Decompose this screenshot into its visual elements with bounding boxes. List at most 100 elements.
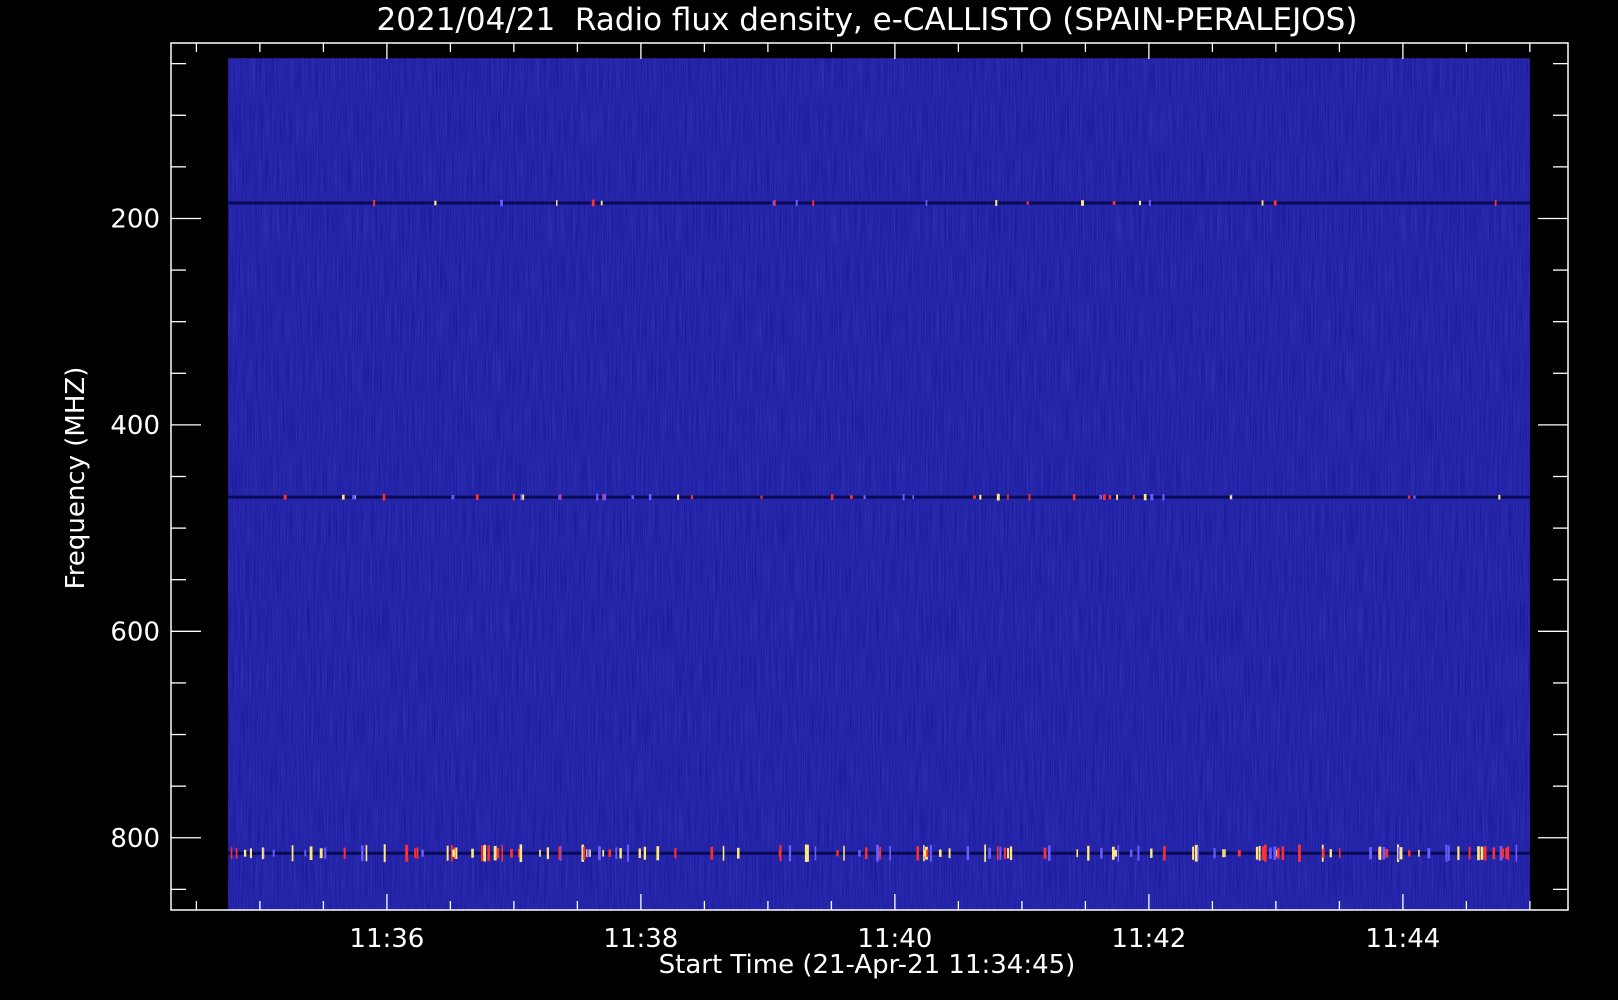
burst-speckle [471,848,474,858]
burst-speckle [1322,848,1325,858]
burst-speckle [996,846,999,861]
burst-speckle [843,845,845,861]
burst-speckle [1076,849,1079,858]
burst-speckle [365,845,368,862]
burst-speckle [249,848,252,859]
burst-speckle [1007,494,1009,500]
burst-speckle [1276,847,1280,859]
burst-speckle [973,495,976,499]
burst-speckle [1099,495,1103,500]
burst-speckle [656,846,660,861]
burst-speckle [674,848,677,859]
burst-speckle [760,495,763,499]
burst-speckle [1261,846,1265,861]
burst-speckle [493,846,497,861]
spectrogram-chart: 2021/04/21 Radio flux density, e-CALLIST… [61,2,1569,980]
burst-speckle [627,844,630,862]
burst-speckle [603,494,607,501]
burst-speckle [1116,494,1119,500]
burst-speckle [598,846,601,861]
burst-speckle [912,495,915,500]
burst-speckle [512,493,515,501]
burst-speckle [361,845,364,862]
burst-speckle [510,848,513,858]
burst-speckle [1263,844,1267,862]
burst-speckle [1498,494,1501,500]
burst-speckle [272,849,275,857]
burst-speckle [558,495,561,500]
burst-speckle [1163,845,1166,861]
burst-speckle [1480,846,1484,860]
burst-speckle [1457,846,1460,861]
burst-speckle [519,844,523,863]
burst-speckle [1137,845,1140,861]
interference-band [228,495,1530,499]
burst-speckle [929,844,932,862]
burst-speckle [1413,495,1416,499]
burst-speckle [988,847,992,859]
burst-speckle [999,846,1002,860]
burst-speckle [879,846,882,860]
burst-speckle [1003,847,1007,859]
burst-speckle [1087,845,1090,861]
burst-speckle [451,495,455,500]
burst-speckle [643,846,647,860]
burst-speckle [812,200,815,206]
burst-speckle [1112,201,1116,205]
burst-speckle [1192,846,1195,860]
burst-speckle [1162,494,1165,501]
y-axis-label: Frequency (MHZ) [61,367,91,590]
burst-speckle [1117,844,1120,862]
burst-speckle [261,847,264,860]
burst-speckle [772,200,775,206]
burst-speckle [1269,847,1272,859]
burst-speckle [558,846,561,860]
burst-speckle [405,844,409,862]
burst-speckle [343,847,346,859]
burst-speckle [1501,848,1504,858]
burst-speckle [1468,846,1471,860]
burst-speckle [948,848,951,859]
burst-speckle [1026,201,1029,205]
burst-speckle [1224,849,1226,858]
burst-speckle [1329,849,1332,858]
burst-speckle [475,494,479,500]
burst-speckle [1507,846,1510,861]
burst-speckle [736,847,740,859]
burst-speckle [230,847,233,860]
burst-speckle [979,494,982,500]
burst-speckle [1385,848,1389,858]
burst-speckle [556,200,558,206]
burst-speckle [483,845,487,861]
burst-speckle [995,200,998,206]
burst-speckle [1261,200,1264,206]
burst-speckle [615,847,618,860]
burst-speckle [304,850,307,857]
spectrogram-noise [228,58,1530,911]
interference-band [228,201,1530,205]
burst-speckle [902,494,905,501]
burst-speckle [1494,199,1497,206]
burst-speckle [1505,847,1508,860]
burst-speckle [291,845,294,862]
burst-speckle [235,847,238,859]
burst-speckle [804,844,808,862]
burst-speckle [1007,848,1010,859]
burst-speckle [1072,494,1076,501]
burst-speckle [583,846,586,860]
burst-speckle [589,849,591,857]
burst-speckle [996,493,1000,501]
burst-speckle [434,200,437,206]
burst-speckle [1102,494,1106,500]
burst-speckle [876,844,879,862]
y-tick-label: 600 [110,617,160,647]
burst-speckle [373,200,376,206]
burst-speckle [722,845,725,861]
burst-speckle [1427,848,1431,859]
burst-speckle [865,847,868,860]
burst-speckle [1483,845,1487,861]
burst-speckle [1369,847,1372,860]
burst-speckle [1132,495,1135,500]
y-tick-label: 200 [110,204,160,234]
burst-speckle [889,845,891,861]
